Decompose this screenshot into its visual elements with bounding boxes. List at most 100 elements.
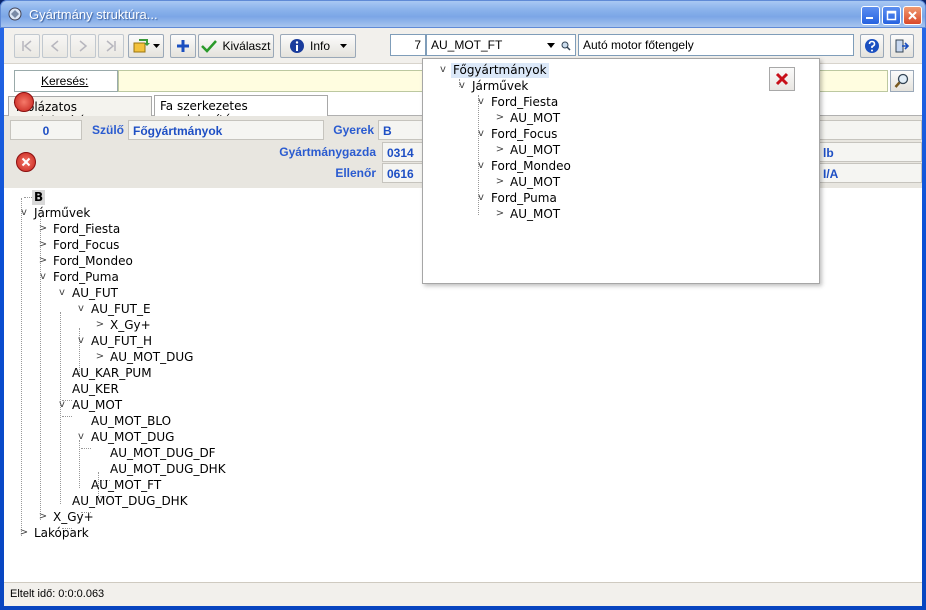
exit-button[interactable] <box>890 34 914 58</box>
checkmark-icon <box>201 40 218 53</box>
search-icon <box>561 41 571 51</box>
title-bar[interactable]: Gyártmány struktúra... <box>0 0 926 28</box>
tree-node-label: AU_FUT_E <box>91 302 151 316</box>
description-field[interactable]: Autó motor főtengely <box>578 34 854 56</box>
expand-icon[interactable]: > <box>95 350 105 364</box>
tree-node-label: B <box>32 190 46 205</box>
tree-node-label: Lakópark <box>34 526 89 540</box>
popup-node-label: Ford_Puma <box>491 191 557 205</box>
select-button-label: Kiválaszt <box>222 39 271 53</box>
maximize-icon <box>886 10 897 21</box>
popup-node-label: Ford_Mondeo <box>491 159 571 173</box>
checker-label: Ellenőr <box>335 166 376 180</box>
tree-node-label: Ford_Puma <box>53 270 119 284</box>
close-circle-icon <box>21 157 31 167</box>
info-button-label: Info <box>309 39 330 53</box>
level-value: 7 <box>414 38 421 52</box>
tree-node-label: AU_MOT_FT <box>91 478 162 492</box>
tree-node-label: AU_MOT_DUG_DHK <box>110 462 226 476</box>
expand-icon[interactable]: > <box>38 238 48 252</box>
previous-record-button[interactable] <box>42 34 68 58</box>
popup-close-button[interactable] <box>769 67 795 91</box>
expand-icon[interactable]: > <box>495 111 505 125</box>
tree-node-label: Ford_Focus <box>53 238 120 252</box>
collapse-icon[interactable]: v <box>476 191 486 205</box>
minimize-button[interactable] <box>861 6 880 25</box>
export-menu-button[interactable] <box>128 34 164 58</box>
first-record-button[interactable] <box>14 34 40 58</box>
last-record-button[interactable] <box>98 34 124 58</box>
elapsed-time-text: Eltelt idő: 0:0:0.063 <box>10 588 105 600</box>
tree-node-label: X_Gy+ <box>110 318 151 332</box>
search-label: Keresés: <box>14 70 118 92</box>
child-label: Gyerek <box>333 123 374 137</box>
expand-icon[interactable]: > <box>38 254 48 268</box>
popup-node-label: Ford_Focus <box>491 127 558 141</box>
magnifier-icon <box>894 73 909 88</box>
collapse-icon[interactable]: v <box>476 159 486 173</box>
first-icon <box>22 40 32 52</box>
expand-icon[interactable]: > <box>495 175 505 189</box>
code-value: AU_MOT_FT <box>431 38 503 52</box>
collapse-icon[interactable]: v <box>38 270 48 284</box>
help-button[interactable] <box>860 34 884 58</box>
collapse-icon[interactable]: v <box>76 334 86 348</box>
collapse-icon[interactable]: v <box>57 398 67 412</box>
tree-node-label: AU_MOT_DUG_DHK <box>72 494 188 508</box>
expand-icon[interactable]: > <box>95 318 105 332</box>
expand-icon[interactable]: > <box>495 207 505 221</box>
next-record-button[interactable] <box>70 34 96 58</box>
collapse-icon[interactable]: v <box>76 430 86 444</box>
tree-line <box>62 416 72 417</box>
collapse-icon[interactable]: v <box>457 79 467 93</box>
tree-node-label: AU_MOT_DUG <box>91 430 175 444</box>
app-window: Gyártmány struktúra... Kiválaszt Info 7 … <box>0 0 926 610</box>
tree-node-label: AU_MOT_DUG_DF <box>110 446 216 460</box>
collapse-icon[interactable]: v <box>476 95 486 109</box>
popup-node-label: Főgyártmányok <box>451 63 549 78</box>
owner-value: 0314 <box>382 142 424 162</box>
tree-line <box>21 198 22 536</box>
add-button[interactable] <box>170 34 196 58</box>
info-menu-button[interactable]: Info <box>280 34 356 58</box>
parent-label: Szülő <box>92 123 124 137</box>
collapse-icon[interactable]: v <box>57 286 67 300</box>
level-field[interactable]: 7 <box>390 34 426 56</box>
collapse-icon[interactable]: v <box>76 302 86 316</box>
right-value-1: lb <box>818 142 922 162</box>
plus-icon <box>177 40 189 52</box>
search-label-text: Keresés: <box>41 74 89 88</box>
select-button[interactable]: Kiválaszt <box>198 34 274 58</box>
tab-tree-view[interactable]: Fa szerkezetes megjelenítés <box>154 95 328 127</box>
export-icon <box>133 39 150 53</box>
owner-label: Gyártmánygazda <box>279 145 376 159</box>
tree-node-label: AU_MOT <box>72 398 123 412</box>
last-icon <box>106 40 116 52</box>
window-title: Gyártmány struktúra... <box>29 7 158 22</box>
expand-icon[interactable]: > <box>38 222 48 236</box>
popup-node-label: AU_MOT <box>510 111 561 125</box>
expand-icon[interactable]: > <box>495 143 505 157</box>
collapse-icon[interactable]: v <box>19 206 29 220</box>
tree-node-label: Járművek <box>34 206 91 220</box>
tree-line <box>81 448 91 449</box>
tree-node-label: X_Gy+ <box>53 510 94 524</box>
close-window-button[interactable] <box>903 6 922 25</box>
collapse-icon[interactable]: v <box>476 127 486 141</box>
expand-icon[interactable]: > <box>38 510 48 524</box>
delete-button[interactable] <box>16 152 36 172</box>
search-button[interactable] <box>890 70 914 92</box>
parent-value: Főgyártmányok <box>128 120 324 140</box>
collapse-icon[interactable]: v <box>438 63 448 77</box>
id-value: 0 <box>10 120 82 140</box>
code-combobox[interactable]: AU_MOT_FT <box>426 34 576 56</box>
status-bar: Eltelt idő: 0:0:0.063 <box>4 582 922 606</box>
expand-icon[interactable]: > <box>19 526 29 540</box>
chevron-down-icon <box>340 43 347 48</box>
cancel-button[interactable] <box>14 92 34 112</box>
client-area: Kiválaszt Info 7 AU_MOT_FT Autó motor fő… <box>4 28 922 606</box>
maximize-button[interactable] <box>882 6 901 25</box>
close-icon <box>908 11 917 20</box>
minimize-icon <box>866 17 873 19</box>
tree-node-label: AU_FUT_H <box>91 334 153 348</box>
